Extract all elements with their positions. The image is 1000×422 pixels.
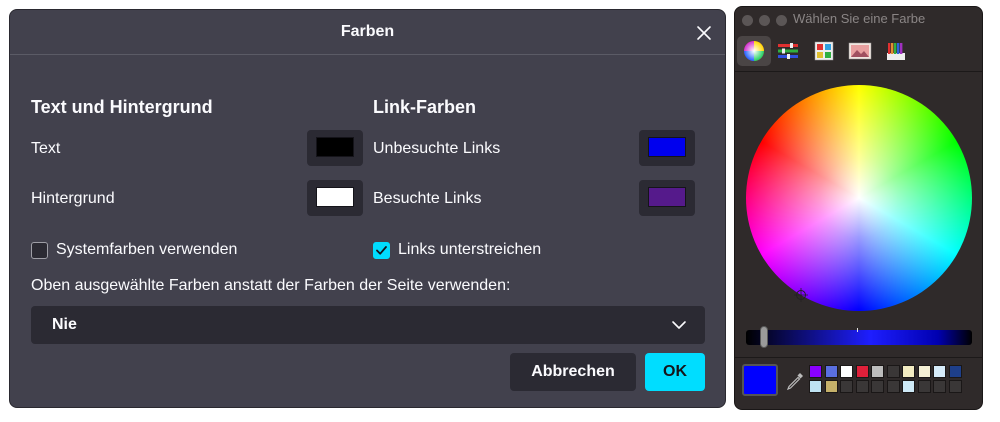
palette-swatch[interactable] — [917, 365, 931, 378]
text-color-swatch — [316, 137, 354, 157]
brightness-slider[interactable] — [746, 330, 972, 345]
window-minimize-button[interactable] — [759, 15, 770, 26]
background-color-button[interactable] — [307, 180, 363, 216]
pencils-mode-button[interactable] — [879, 36, 913, 66]
close-icon — [697, 26, 711, 40]
visited-links-swatch — [648, 187, 686, 207]
palette-swatch[interactable] — [948, 365, 962, 378]
color-palettes-mode-button[interactable] — [807, 36, 841, 66]
color-sliders-icon — [778, 43, 798, 59]
color-wheel[interactable] — [746, 85, 972, 311]
bottom-divider — [735, 357, 982, 358]
brightness-slider-thumb[interactable] — [760, 326, 768, 348]
window-close-button[interactable] — [742, 15, 753, 26]
background-color-swatch — [316, 187, 354, 207]
palette-swatch[interactable] — [855, 365, 869, 378]
system-colors-label[interactable]: Systemfarben verwenden — [56, 241, 237, 259]
unvisited-links-label: Unbesuchte Links — [373, 140, 501, 157]
slider-tick — [857, 328, 858, 332]
ok-button[interactable]: OK — [645, 353, 705, 391]
palette-swatch[interactable] — [933, 365, 946, 378]
image-palettes-mode-button[interactable] — [843, 36, 877, 66]
color-picker-window: Wählen Sie eine Farbe — [734, 6, 983, 410]
palette-swatch[interactable] — [871, 365, 884, 378]
palette-swatch[interactable] — [824, 380, 838, 393]
dialog-title: Farben — [10, 10, 725, 55]
palette-swatch[interactable] — [948, 380, 962, 393]
background-color-label: Hintergrund — [31, 190, 115, 207]
override-colors-select[interactable]: Nie — [31, 306, 705, 344]
palette-swatch[interactable] — [902, 380, 915, 393]
checkmark-icon — [376, 246, 387, 255]
toolbar-divider — [735, 71, 982, 72]
palette-swatch[interactable] — [855, 380, 869, 393]
image-palettes-icon — [848, 42, 872, 60]
underline-links-checkbox[interactable] — [373, 242, 390, 259]
unvisited-links-color-button[interactable] — [639, 130, 695, 166]
close-button[interactable] — [691, 20, 717, 46]
current-color-swatch[interactable] — [742, 364, 778, 396]
override-colors-label: Oben ausgewählte Farben anstatt der Farb… — [31, 277, 511, 294]
palette-swatch[interactable] — [886, 380, 900, 393]
palette-swatch[interactable] — [809, 380, 822, 393]
text-color-label: Text — [31, 140, 61, 157]
visited-links-color-button[interactable] — [639, 180, 695, 216]
section-title-link-colors: Link-Farben — [373, 97, 477, 117]
palette-swatch[interactable] — [809, 365, 822, 378]
palette-swatch[interactable] — [824, 365, 838, 378]
section-title-text-background: Text und Hintergrund — [31, 97, 213, 117]
palette-swatch[interactable] — [840, 380, 853, 393]
crosshair-icon — [794, 288, 808, 302]
underline-links-label[interactable]: Links unterstreichen — [398, 241, 541, 259]
window-zoom-button[interactable] — [776, 15, 787, 26]
cancel-button[interactable]: Abbrechen — [510, 353, 636, 391]
color-sliders-mode-button[interactable] — [771, 36, 805, 66]
eyedropper-icon[interactable] — [785, 371, 805, 391]
text-color-button[interactable] — [307, 130, 363, 166]
picker-title: Wählen Sie eine Farbe — [793, 11, 926, 26]
visited-links-label: Besuchte Links — [373, 190, 482, 207]
override-colors-value: Nie — [52, 316, 77, 333]
palette-swatch[interactable] — [917, 380, 931, 393]
palette-swatch[interactable] — [840, 365, 853, 378]
pencils-icon — [887, 43, 905, 60]
system-colors-checkbox[interactable] — [31, 242, 48, 259]
color-wheel-mode-button[interactable] — [737, 36, 771, 66]
colors-dialog: Farben Text und Hintergrund Link-Farben … — [9, 9, 726, 408]
unvisited-links-swatch — [648, 137, 686, 157]
chevron-down-icon — [672, 321, 686, 329]
palette-swatch[interactable] — [886, 365, 900, 378]
palette-swatch[interactable] — [902, 365, 915, 378]
palette-swatch[interactable] — [871, 380, 884, 393]
color-palettes-icon — [814, 41, 834, 61]
color-wheel-icon — [744, 41, 764, 61]
palette-swatch[interactable] — [933, 380, 946, 393]
